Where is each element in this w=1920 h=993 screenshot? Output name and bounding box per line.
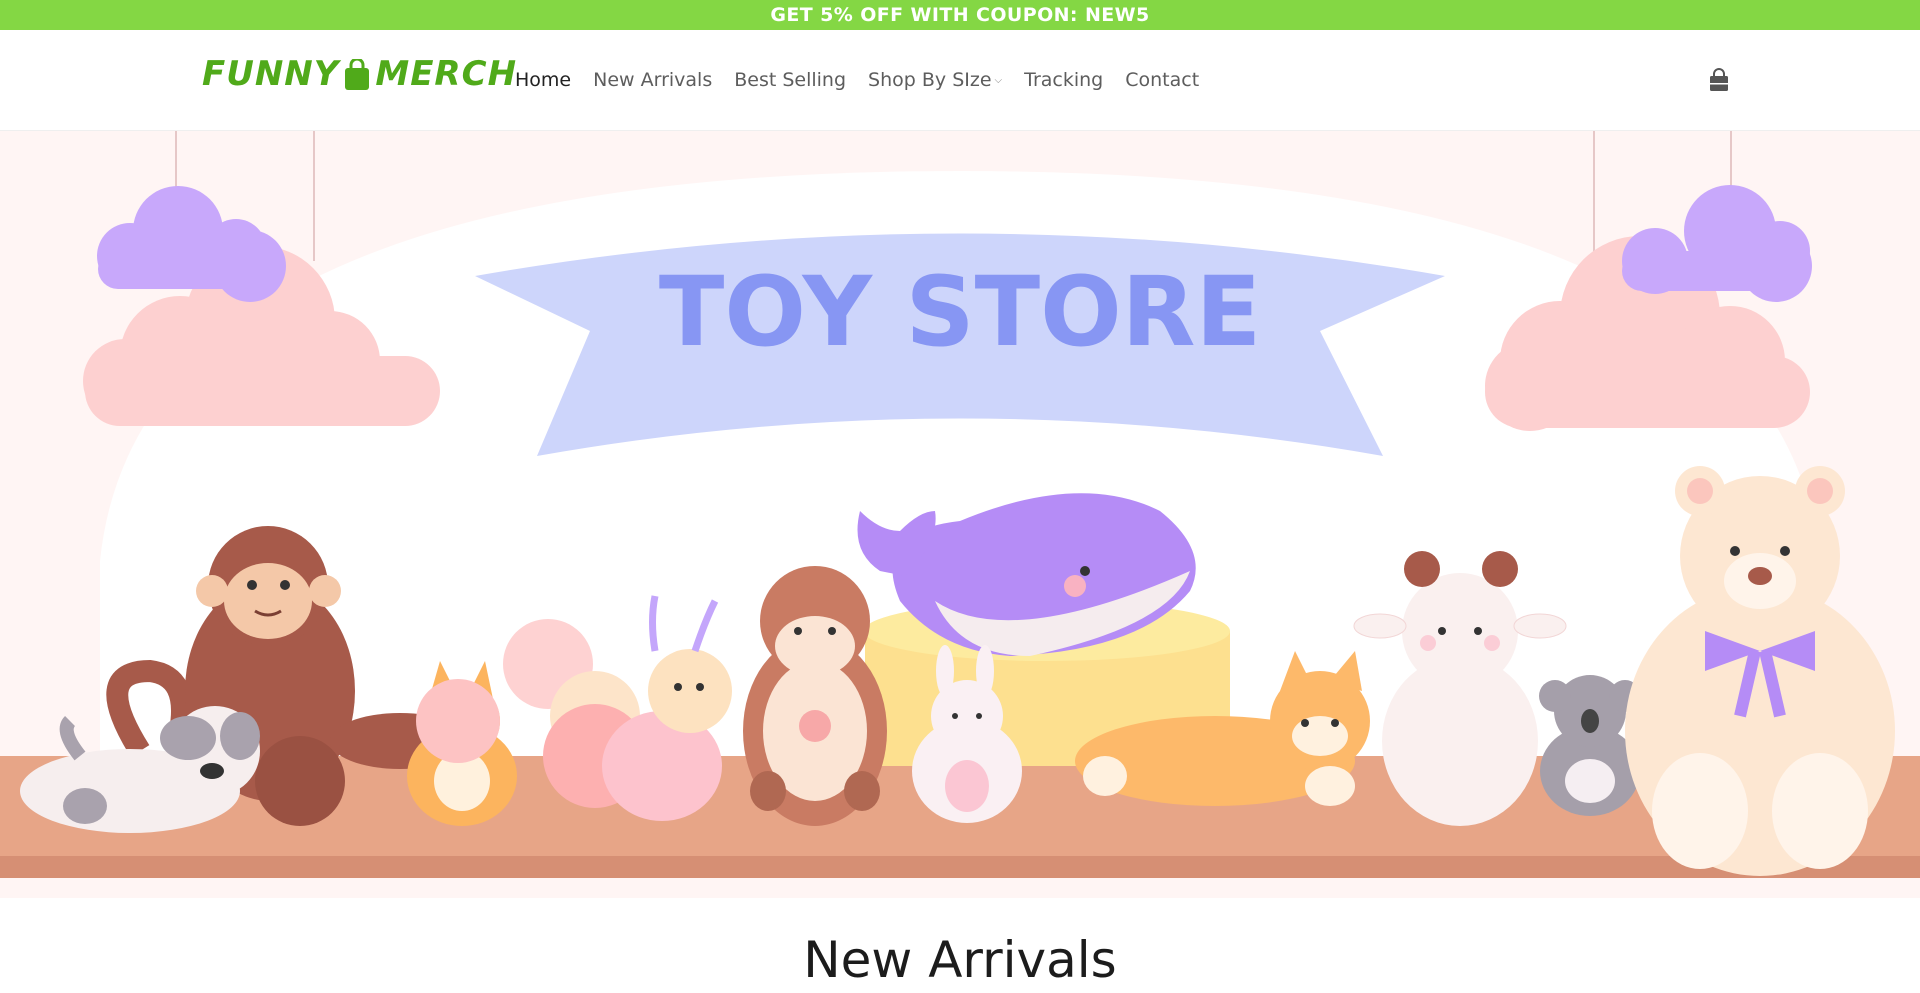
nav-shop-by-size[interactable]: Shop By SIze ⌵ bbox=[868, 69, 1002, 91]
brand-logo[interactable]: FUNNY MERCH bbox=[202, 54, 517, 94]
nav-home-label: Home bbox=[515, 69, 572, 91]
banner-text: TOY STORE bbox=[659, 256, 1261, 368]
nav-new-arrivals-label: New Arrivals bbox=[593, 69, 713, 91]
logo-text-funny: FUNNY bbox=[202, 54, 340, 94]
announcement-text: GET 5% OFF WITH COUPON: NEW5 bbox=[770, 4, 1150, 26]
hero-banner[interactable]: TOY STORE bbox=[0, 131, 1920, 898]
nav-shop-by-size-label: Shop By SIze bbox=[868, 69, 992, 91]
nav-contact[interactable]: Contact bbox=[1125, 69, 1199, 91]
toy-store-illustration: TOY STORE bbox=[0, 131, 1920, 898]
nav-new-arrivals[interactable]: New Arrivals bbox=[593, 69, 712, 91]
otter-toy bbox=[743, 566, 887, 826]
nav-contact-label: Contact bbox=[1125, 69, 1200, 91]
nav-best-selling[interactable]: Best Selling bbox=[734, 69, 846, 91]
nav-best-selling-label: Best Selling bbox=[734, 69, 847, 91]
shopping-bag-icon[interactable] bbox=[1708, 68, 1730, 92]
section-title-new-arrivals: New Arrivals bbox=[803, 931, 1117, 989]
shopping-bag-logo-icon bbox=[343, 57, 371, 90]
chevron-down-icon: ⌵ bbox=[994, 74, 1003, 86]
nav-tracking-label: Tracking bbox=[1024, 69, 1104, 91]
announcement-bar: GET 5% OFF WITH COUPON: NEW5 bbox=[0, 0, 1920, 30]
main-nav: Home New Arrivals Best Selling Shop By S… bbox=[515, 30, 1221, 130]
logo-text-merch: MERCH bbox=[375, 54, 518, 94]
site-header: FUNNY MERCH Home New Arrivals Best Selli… bbox=[0, 30, 1920, 131]
nav-tracking[interactable]: Tracking bbox=[1024, 69, 1103, 91]
nav-home[interactable]: Home bbox=[515, 69, 571, 91]
